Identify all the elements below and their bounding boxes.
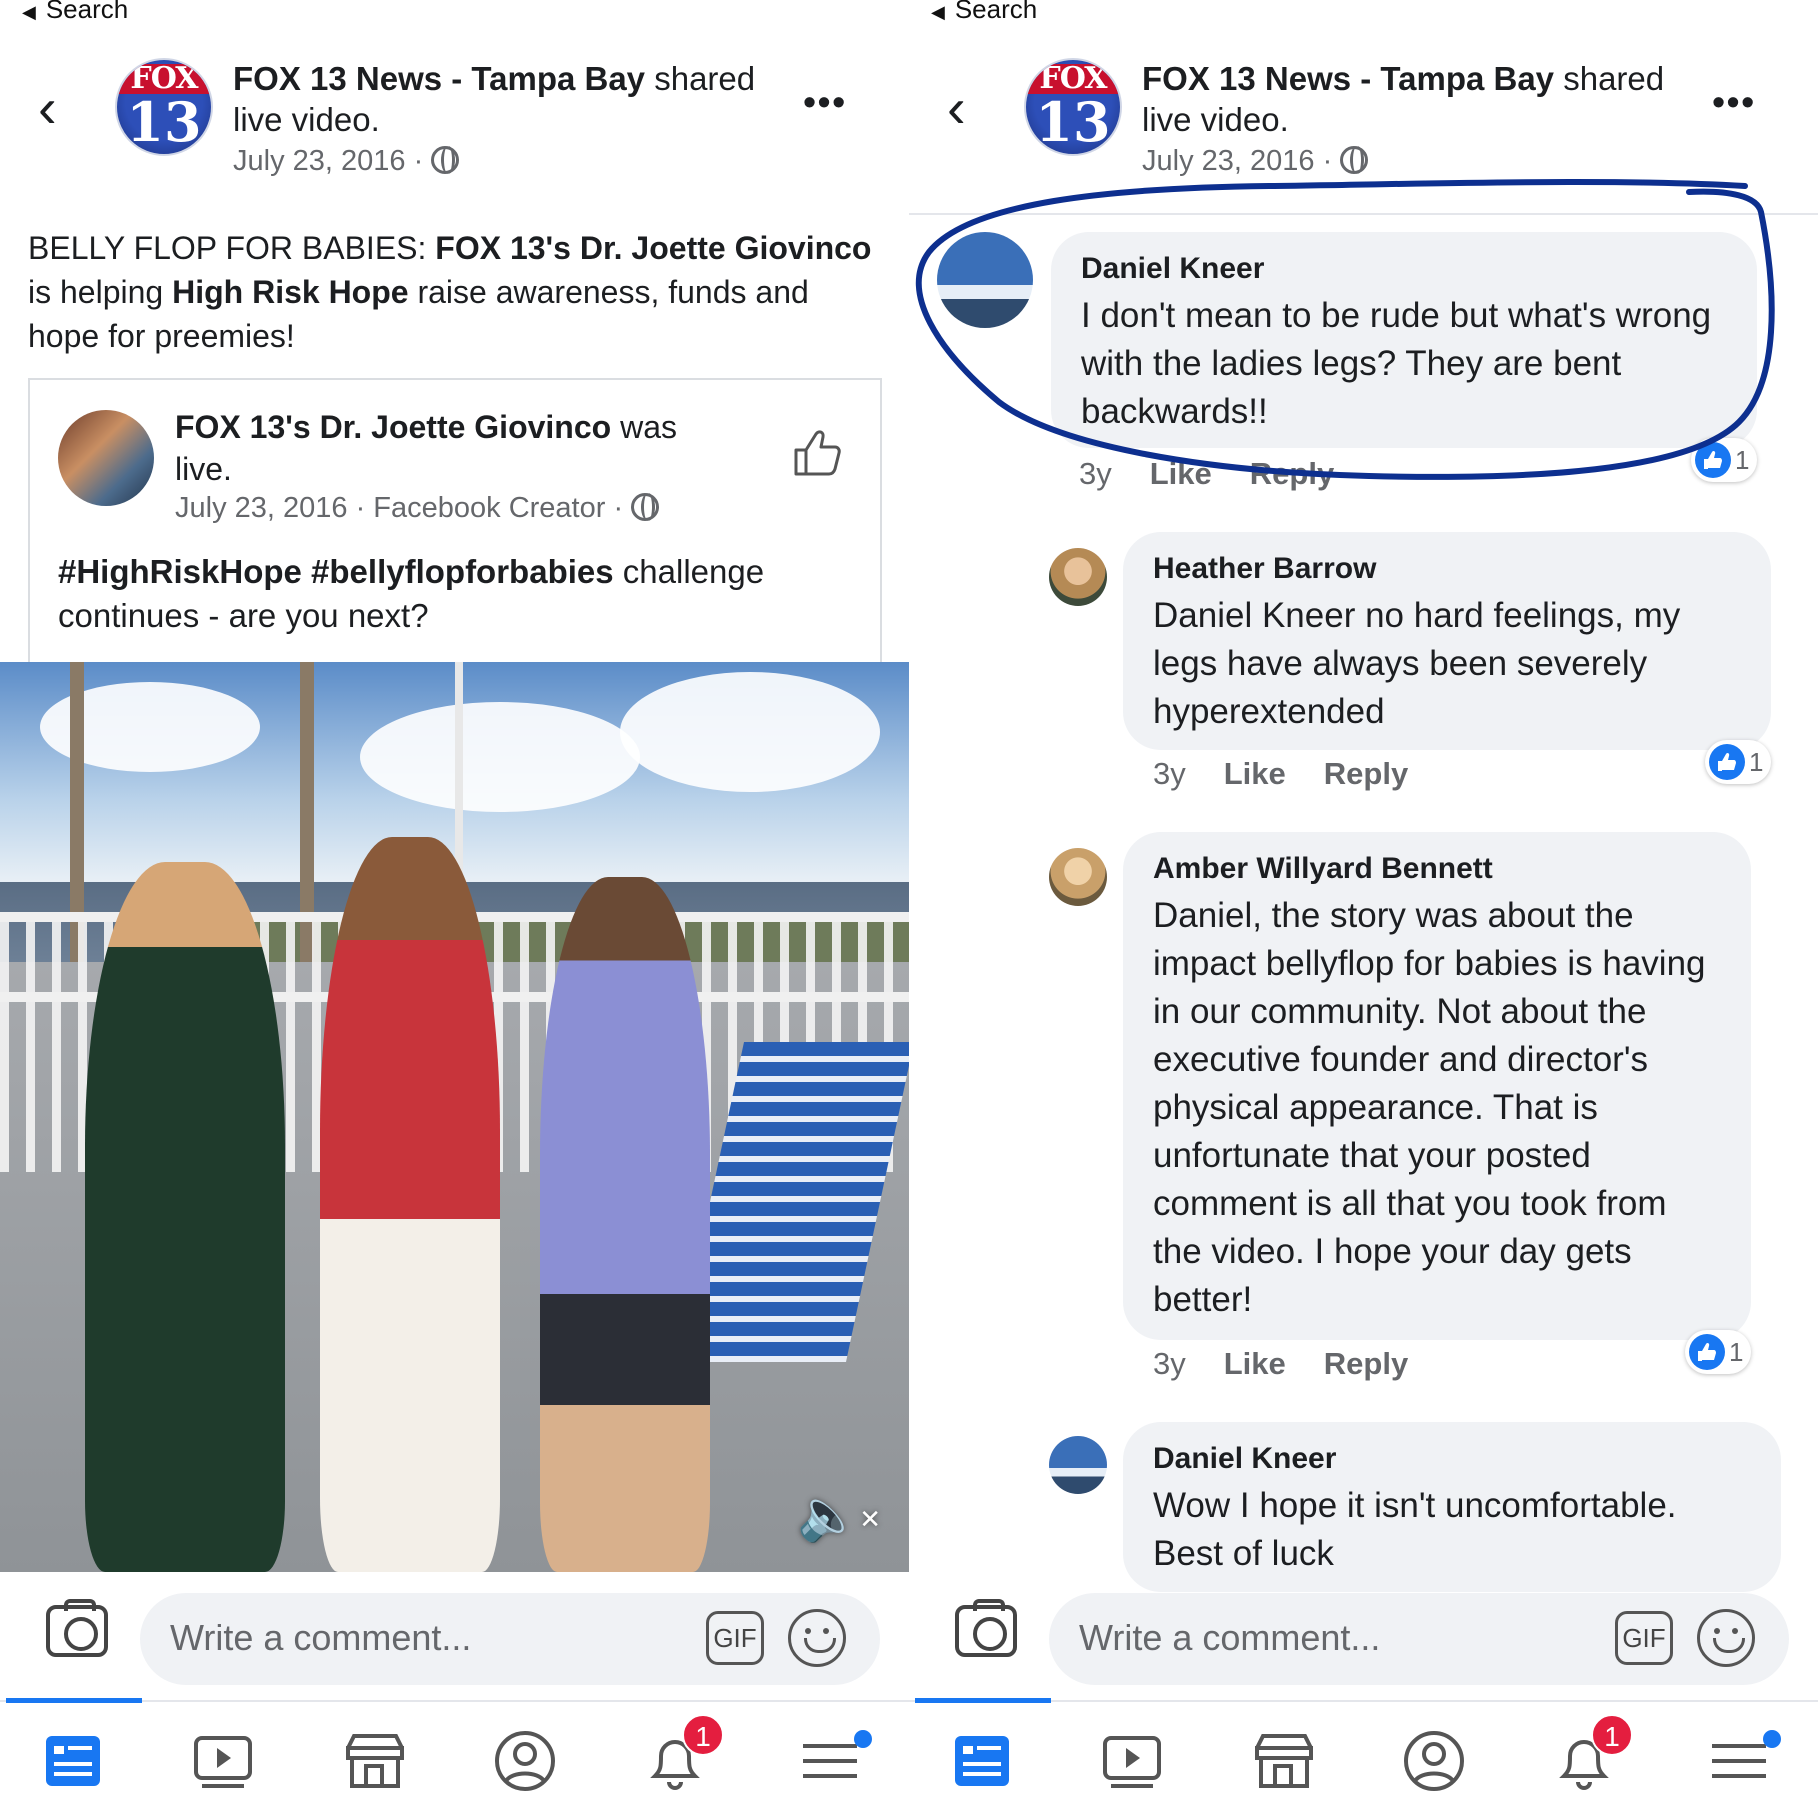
reply-link[interactable]: Reply	[1324, 1346, 1408, 1381]
tab-bar: 1	[909, 1698, 1818, 1818]
emoji-icon[interactable]	[788, 1609, 846, 1667]
profile-icon[interactable]	[490, 1726, 560, 1796]
more-icon[interactable]: •••	[803, 84, 847, 120]
page-name-link[interactable]: FOX 13 News - Tampa Bay	[233, 60, 645, 97]
page-avatar[interactable]: FOX 13	[1024, 58, 1122, 156]
back-chevron-icon[interactable]: ‹	[38, 80, 57, 136]
post-date: July 23, 2016 ·	[1142, 145, 1369, 178]
more-icon[interactable]: •••	[1712, 84, 1756, 120]
comment-composer: Write a comment... GIF	[909, 1575, 1818, 1695]
comment-author[interactable]: Heather Barrow	[1153, 550, 1741, 588]
status-back-link[interactable]: ◀ Search	[22, 0, 128, 22]
active-tab-indicator	[915, 1698, 1051, 1703]
commenter-avatar[interactable]	[937, 232, 1033, 328]
emoji-icon[interactable]	[1697, 1609, 1755, 1667]
back-triangle-icon: ◀	[931, 2, 945, 22]
post-text: BELLY FLOP FOR BABIES: FOX 13's Dr. Joet…	[28, 230, 872, 354]
header-title: FOX 13 News - Tampa Bay shared live vide…	[1142, 60, 1665, 138]
reaction-count[interactable]: 1	[1691, 438, 1758, 482]
video-cloud	[360, 702, 640, 812]
comment-text: I don't mean to be rude but what's wrong…	[1081, 296, 1712, 431]
camera-icon[interactable]	[46, 1599, 108, 1657]
active-tab-indicator	[6, 1698, 142, 1703]
notification-badge: 1	[1591, 1714, 1633, 1756]
camera-icon[interactable]	[955, 1599, 1017, 1657]
video-person-center	[320, 837, 500, 1572]
back-chevron-icon[interactable]: ‹	[947, 80, 966, 136]
reaction-count[interactable]: 1	[1685, 1330, 1752, 1374]
comment-text: Wow I hope it isn't uncomfortable. Best …	[1153, 1486, 1677, 1573]
comment-bubble: Heather Barrow Daniel Kneer no hard feel…	[1123, 532, 1771, 750]
comment-bubble: Daniel Kneer I don't mean to be rude but…	[1051, 232, 1757, 448]
marketplace-icon[interactable]	[340, 1726, 410, 1796]
menu-update-dot	[1763, 1730, 1781, 1748]
watch-icon[interactable]	[188, 1726, 258, 1796]
comment-actions: 3y Like Reply	[1153, 756, 1409, 791]
thumb-up-icon	[1695, 442, 1731, 478]
menu-update-dot	[854, 1730, 872, 1748]
shared-post-meta: July 23, 2016 · Facebook Creator ·	[175, 492, 660, 525]
shared-post-title: FOX 13's Dr. Joette Giovinco was live.	[175, 409, 677, 487]
shared-author-avatar[interactable]	[58, 410, 154, 506]
mute-icon[interactable]: 🔈✕	[797, 1490, 881, 1544]
right-screenshot: ◀ Search ‹ FOX 13 FOX 13 News - Tampa Bay…	[909, 0, 1818, 1818]
like-link[interactable]: Like	[1224, 756, 1286, 791]
marketplace-icon[interactable]	[1249, 1726, 1319, 1796]
comment-input[interactable]: Write a comment... GIF	[140, 1593, 880, 1685]
comment-composer: Write a comment... GIF	[0, 1575, 909, 1695]
comment-text: Daniel Kneer no hard feelings, my legs h…	[1153, 596, 1681, 731]
video-person-right	[540, 877, 710, 1572]
news-feed-icon[interactable]	[38, 1726, 108, 1796]
page-avatar[interactable]: FOX 13	[115, 58, 213, 156]
comment-author[interactable]: Amber Willyard Bennett	[1153, 850, 1721, 888]
comment-actions: 3y Like Reply	[1153, 1346, 1409, 1381]
reply-link[interactable]: Reply	[1250, 456, 1334, 491]
thumb-up-icon[interactable]	[790, 426, 844, 480]
video-person-left	[85, 862, 285, 1572]
thumb-up-icon	[1709, 744, 1745, 780]
globe-icon	[431, 146, 460, 174]
post-header: ‹ FOX 13 FOX 13 News - Tampa Bay shared …	[909, 50, 1818, 190]
comment-actions: 3y Like Reply	[1079, 456, 1335, 491]
comment-bubble: Amber Willyard Bennett Daniel, the story…	[1123, 832, 1751, 1340]
comment-text: Daniel, the story was about the impact b…	[1153, 896, 1706, 1319]
reply-link[interactable]: Reply	[1324, 756, 1408, 791]
comment-bubble: Daniel Kneer Wow I hope it isn't uncomfo…	[1123, 1422, 1781, 1592]
comment-author[interactable]: Daniel Kneer	[1153, 1440, 1751, 1478]
page-name-link[interactable]: FOX 13 News - Tampa Bay	[1142, 60, 1554, 97]
gif-icon[interactable]: GIF	[706, 1611, 764, 1665]
shared-post-card[interactable]: FOX 13's Dr. Joette Giovinco was live. J…	[28, 378, 882, 668]
video-cloud	[620, 672, 880, 792]
back-triangle-icon: ◀	[22, 2, 36, 22]
commenter-avatar[interactable]	[1049, 1436, 1107, 1494]
comment-input[interactable]: Write a comment... GIF	[1049, 1593, 1789, 1685]
left-screenshot: ◀ Search ‹ FOX 13 FOX 13 News - Tampa Bay…	[0, 0, 909, 1818]
post-header: ‹ FOX 13 FOX 13 News - Tampa Bay shared …	[0, 50, 909, 190]
commenter-avatar[interactable]	[1049, 848, 1107, 906]
news-feed-icon[interactable]	[947, 1726, 1017, 1796]
divider	[909, 213, 1818, 215]
thumb-up-icon	[1689, 1334, 1725, 1370]
status-back-link[interactable]: ◀ Search	[931, 0, 1037, 22]
profile-icon[interactable]	[1399, 1726, 1469, 1796]
gif-icon[interactable]: GIF	[1615, 1611, 1673, 1665]
globe-icon	[1340, 146, 1369, 174]
globe-icon	[631, 493, 660, 521]
comment-author[interactable]: Daniel Kneer	[1081, 250, 1727, 288]
post-date: July 23, 2016 ·	[233, 145, 460, 178]
shared-post-text: #HighRiskHope #bellyflopforbabies challe…	[58, 553, 765, 634]
reaction-count[interactable]: 1	[1705, 740, 1772, 784]
like-link[interactable]: Like	[1150, 456, 1212, 491]
notification-badge: 1	[682, 1714, 724, 1756]
header-title: FOX 13 News - Tampa Bay shared live vide…	[233, 60, 756, 138]
watch-icon[interactable]	[1097, 1726, 1167, 1796]
video-player[interactable]: 🔈✕	[0, 662, 909, 1572]
like-link[interactable]: Like	[1224, 1346, 1286, 1381]
tab-bar: 1	[0, 1698, 909, 1818]
commenter-avatar[interactable]	[1049, 548, 1107, 606]
